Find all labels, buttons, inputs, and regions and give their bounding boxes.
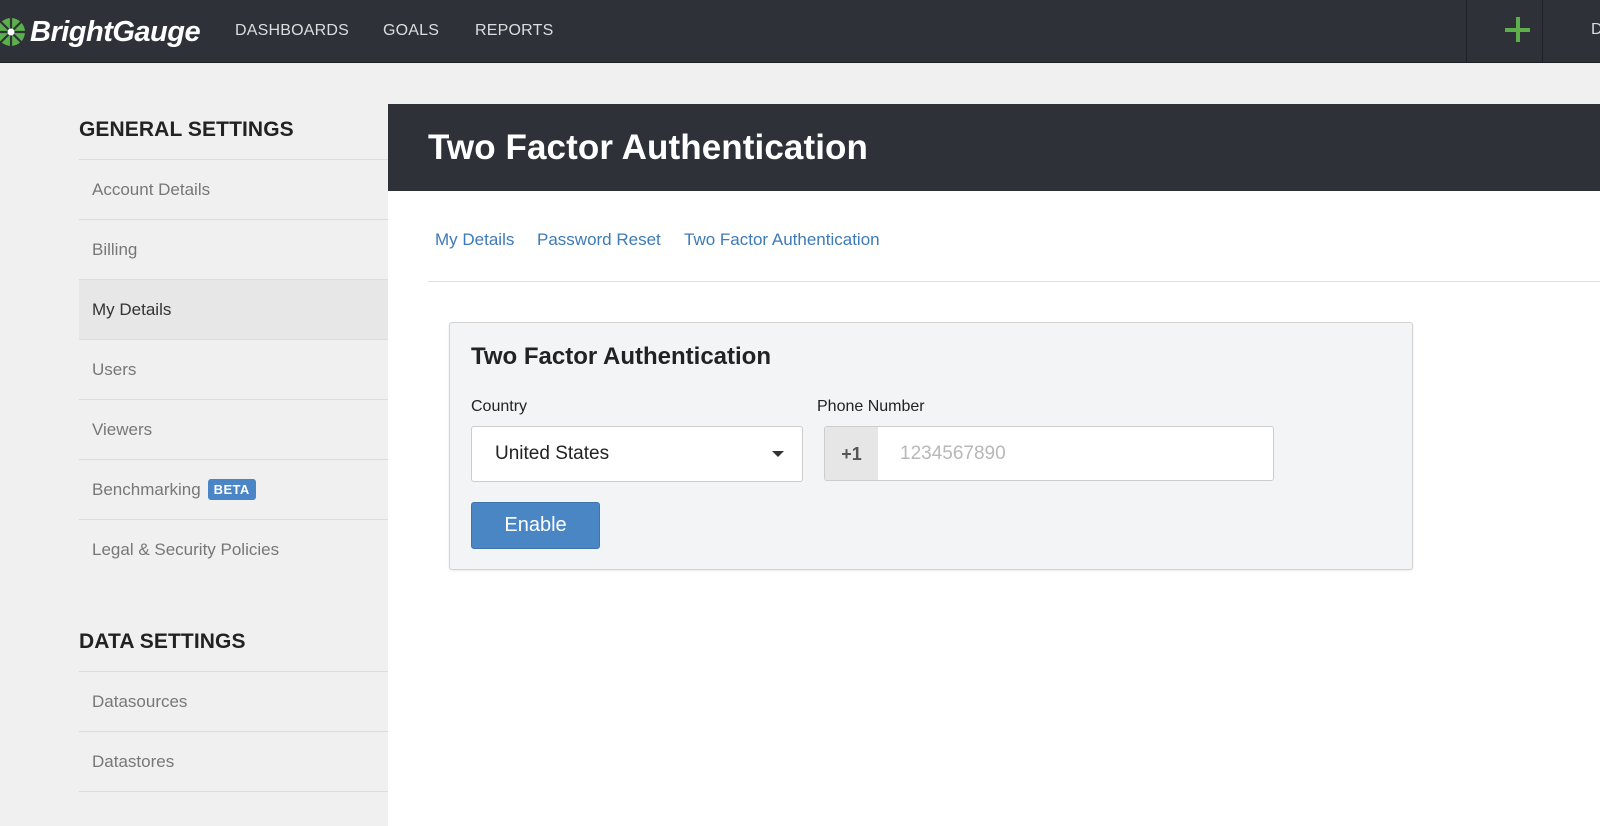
country-select-value: United States	[495, 443, 610, 464]
brand-logo[interactable]: BrightGauge	[0, 12, 201, 52]
sidebar-item-benchmarking[interactable]: Benchmarking BETA	[79, 459, 388, 519]
page-header: Two Factor Authentication	[388, 104, 1600, 191]
phone-prefix: +1	[825, 427, 878, 480]
sidebar-item-users[interactable]: Users	[79, 339, 388, 399]
sidebar-item-legal-security[interactable]: Legal & Security Policies	[79, 519, 388, 579]
sidebar-item-viewers[interactable]: Viewers	[79, 399, 388, 459]
sidebar-item-my-details[interactable]: My Details	[79, 279, 388, 339]
add-plus-icon[interactable]	[1498, 10, 1538, 50]
caret-down-icon	[772, 451, 784, 457]
sidebar-item-account-details[interactable]: Account Details	[79, 159, 388, 219]
nav-goals[interactable]: GOALS	[383, 22, 439, 40]
sidebar-item-datasources[interactable]: Datasources	[79, 671, 388, 731]
enable-button[interactable]: Enable	[471, 502, 600, 549]
country-label: Country	[471, 398, 528, 415]
brightgauge-logo-icon	[0, 18, 25, 46]
tab-password-reset[interactable]: Password Reset	[537, 230, 661, 250]
top-navbar: BrightGauge DASHBOARDS GOALS REPORTS D	[0, 0, 1600, 63]
section-title-general-settings: GENERAL SETTINGS	[79, 118, 294, 141]
sidebar-item-billing[interactable]: Billing	[79, 219, 388, 279]
sidebar-item-label: Datastores	[92, 751, 175, 771]
sidebar-item-label: Account Details	[92, 179, 211, 199]
nav-dashboards[interactable]: DASHBOARDS	[235, 22, 349, 40]
phone-input-group: +1	[824, 426, 1274, 481]
main-panel: Two Factor Authentication My Details Pas…	[388, 104, 1600, 826]
card-title: Two Factor Authentication	[471, 343, 771, 370]
sidebar-item-datastores[interactable]: Datastores	[79, 731, 388, 791]
page-title: Two Factor Authentication	[428, 128, 868, 167]
sidebar-item-label: Legal & Security Policies	[92, 539, 280, 559]
sidebar-item-label: Datasources	[92, 691, 188, 711]
two-factor-card: Two Factor Authentication Country United…	[449, 322, 1413, 570]
phone-number-input[interactable]	[878, 427, 1273, 480]
sidebar-item-label: Viewers	[92, 419, 153, 439]
country-select[interactable]: United States	[471, 426, 803, 482]
sidebar-item-label: Users	[92, 359, 137, 379]
sidebar-item-label: My Details	[92, 299, 172, 319]
sidebar-item-label: Benchmarking	[92, 479, 201, 499]
sidebar-item-next[interactable]	[79, 791, 388, 826]
phone-number-label: Phone Number	[817, 398, 925, 415]
sub-nav-tabs: My Details Password Reset Two Factor Aut…	[428, 191, 1600, 282]
nav-item-truncated[interactable]: D	[1591, 21, 1600, 39]
section-title-data-settings: DATA SETTINGS	[79, 630, 246, 653]
settings-sidebar: GENERAL SETTINGS Account Details Billing…	[0, 63, 388, 826]
tab-my-details[interactable]: My Details	[435, 230, 514, 250]
nav-divider	[1466, 0, 1467, 62]
beta-badge: BETA	[207, 479, 256, 500]
sidebar-item-label: Billing	[92, 239, 138, 259]
nav-reports[interactable]: REPORTS	[475, 22, 553, 40]
nav-divider	[1542, 0, 1543, 62]
brand-name: BrightGauge	[30, 15, 201, 48]
tab-two-factor-authentication[interactable]: Two Factor Authentication	[684, 230, 880, 250]
